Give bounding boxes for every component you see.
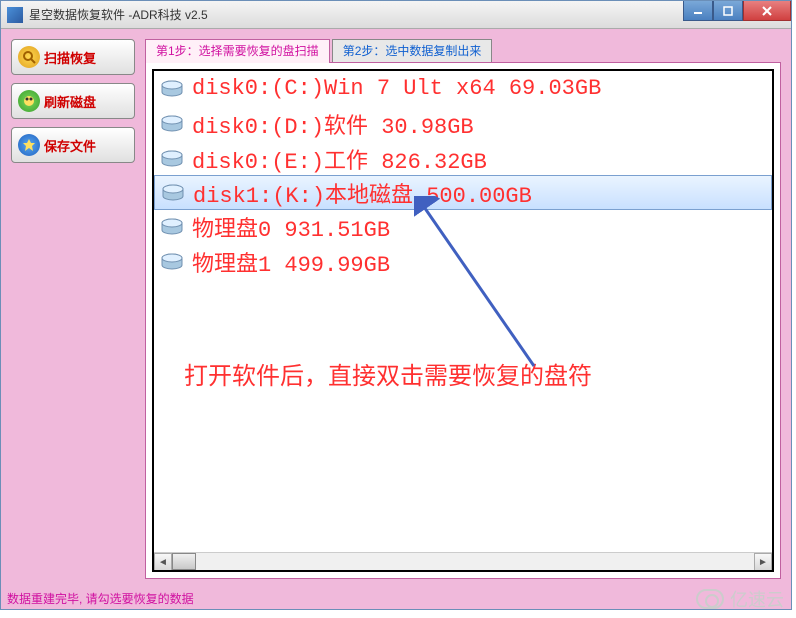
status-bar: 数据重建完毕, 请勾选要恢复的数据 <box>1 589 791 609</box>
watermark: 亿速云 <box>696 586 784 612</box>
disk-label: disk0:(D:)软件 30.98GB <box>192 108 474 140</box>
watermark-text: 亿速云 <box>730 586 784 612</box>
save-file-button[interactable]: 保存文件 <box>11 127 135 163</box>
scroll-left-button[interactable]: ◄ <box>154 553 172 571</box>
minimize-icon <box>693 6 703 16</box>
disk-item[interactable]: disk1:(K:)本地磁盘 500.00GB <box>154 175 772 210</box>
refresh-disk-button[interactable]: 刷新磁盘 <box>11 83 135 119</box>
refresh-icon <box>18 90 40 112</box>
scroll-right-button[interactable]: ► <box>754 553 772 571</box>
cloud-icon <box>696 589 724 609</box>
app-window: 星空数据恢复软件 -ADR科技 v2.5 扫描恢复 <box>0 0 792 610</box>
maximize-icon <box>723 6 733 16</box>
disk-label: disk0:(E:)工作 826.32GB <box>192 143 487 175</box>
sidebar: 扫描恢复 刷新磁盘 保存文件 <box>11 39 135 579</box>
app-icon <box>7 7 23 23</box>
close-icon <box>761 5 773 17</box>
titlebar: 星空数据恢复软件 -ADR科技 v2.5 <box>1 1 791 29</box>
scroll-thumb[interactable] <box>172 553 196 570</box>
magnifier-icon <box>18 46 40 68</box>
tab-step2[interactable]: 第2步：选中数据复制出来 <box>332 39 493 63</box>
maximize-button[interactable] <box>713 1 743 21</box>
disk-icon <box>160 253 184 271</box>
scan-recover-button[interactable]: 扫描恢复 <box>11 39 135 75</box>
scroll-track[interactable] <box>172 553 754 570</box>
refresh-label: 刷新磁盘 <box>44 92 96 111</box>
tabs: 第1步：选择需要恢复的盘扫描 第2步：选中数据复制出来 <box>145 39 781 63</box>
disk-item[interactable]: 物理盘0 931.51GB <box>154 209 772 244</box>
window-title: 星空数据恢复软件 -ADR科技 v2.5 <box>29 6 208 23</box>
horizontal-scrollbar[interactable]: ◄ ► <box>154 552 772 570</box>
minimize-button[interactable] <box>683 1 713 21</box>
star-icon <box>18 134 40 156</box>
annotation-text: 打开软件后，直接双击需要恢复的盘符 <box>184 356 592 391</box>
disk-label: disk0:(C:)Win 7 Ult x64 69.03GB <box>192 76 601 101</box>
client-area: 扫描恢复 刷新磁盘 保存文件 第1步：选择需要恢复的盘扫描 第2步：选中数据复制… <box>1 29 791 589</box>
disk-item[interactable]: disk0:(E:)工作 826.32GB <box>154 141 772 176</box>
disk-label: disk1:(K:)本地磁盘 500.00GB <box>193 177 532 209</box>
disk-icon <box>160 80 184 98</box>
disk-list-inner: disk0:(C:)Win 7 Ult x64 69.03GB disk0:(D:… <box>154 71 772 552</box>
disk-item[interactable]: disk0:(C:)Win 7 Ult x64 69.03GB <box>154 71 772 106</box>
save-label: 保存文件 <box>44 136 96 155</box>
scan-label: 扫描恢复 <box>44 48 96 67</box>
disk-item[interactable]: 物理盘1 499.99GB <box>154 244 772 279</box>
disk-icon <box>160 115 184 133</box>
disk-icon <box>160 150 184 168</box>
disk-label: 物理盘0 931.51GB <box>192 211 390 243</box>
window-controls <box>683 1 791 21</box>
close-button[interactable] <box>743 1 791 21</box>
tab-step1[interactable]: 第1步：选择需要恢复的盘扫描 <box>145 39 330 63</box>
disk-list: disk0:(C:)Win 7 Ult x64 69.03GB disk0:(D:… <box>152 69 774 572</box>
tab-panel: disk0:(C:)Win 7 Ult x64 69.03GB disk0:(D:… <box>145 62 781 579</box>
disk-icon <box>160 218 184 236</box>
disk-label: 物理盘1 499.99GB <box>192 246 390 278</box>
main-area: 第1步：选择需要恢复的盘扫描 第2步：选中数据复制出来 disk0:(C:)Wi… <box>145 39 781 579</box>
disk-icon <box>161 184 185 202</box>
disk-item[interactable]: disk0:(D:)软件 30.98GB <box>154 106 772 141</box>
